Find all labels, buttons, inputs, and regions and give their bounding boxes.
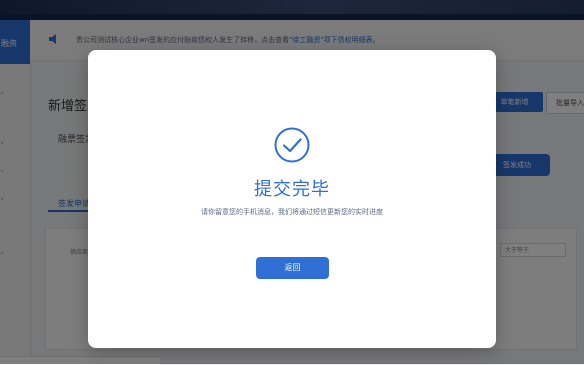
- submit-complete-dialog: 提交完毕 请你留意您的手机消息，我们将通过短信更新您的实时进度 返回: [88, 50, 496, 348]
- dialog-title: 提交完毕: [254, 179, 330, 200]
- check-circle-icon: [274, 127, 310, 163]
- back-button[interactable]: 返回: [256, 257, 329, 279]
- dialog-description: 请你留意您的手机消息，我们将通过短信更新您的实时进度: [201, 208, 383, 216]
